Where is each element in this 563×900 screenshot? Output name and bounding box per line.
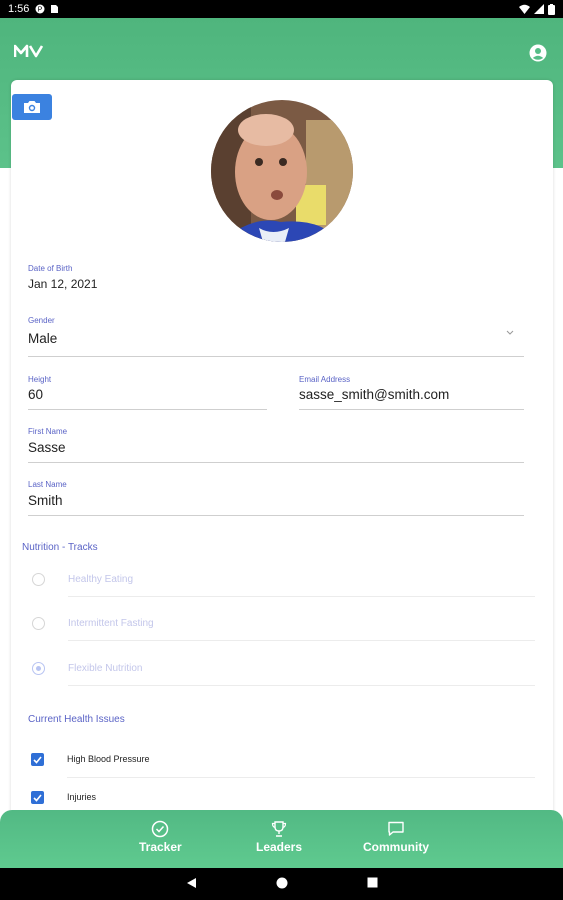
nav-leaders-label: Leaders xyxy=(256,840,303,854)
mv-logo xyxy=(14,44,44,58)
divider xyxy=(68,596,535,597)
email-label: Email Address xyxy=(299,375,351,384)
gender-select[interactable]: Male xyxy=(28,331,57,346)
nutrition-option-label[interactable]: Flexible Nutrition xyxy=(68,663,142,674)
nav-community-label: Community xyxy=(363,840,429,854)
health-section-title: Current Health Issues xyxy=(28,714,125,725)
nutrition-option-label[interactable]: Intermittent Fasting xyxy=(68,618,154,629)
first-name-label: First Name xyxy=(28,427,68,436)
camera-button[interactable] xyxy=(12,94,52,120)
gender-underline xyxy=(28,356,524,357)
profile-card: Date of Birth Jan 12, 2021 Gender Male H… xyxy=(11,80,553,840)
dob-value[interactable]: Jan 12, 2021 xyxy=(28,277,97,291)
checkmark-icon xyxy=(33,755,42,764)
health-issue-label[interactable]: High Blood Pressure xyxy=(67,754,150,764)
height-input[interactable]: 60 xyxy=(28,387,43,402)
height-label: Height xyxy=(28,375,52,384)
nutrition-option-label[interactable]: Healthy Eating xyxy=(68,574,133,585)
battery-icon xyxy=(548,3,555,15)
email-input[interactable]: sasse_smith@smith.com xyxy=(299,387,449,402)
profile-photo xyxy=(211,100,353,242)
radio-intermittent-fasting[interactable] xyxy=(32,617,45,630)
profile-avatar[interactable] xyxy=(211,100,353,242)
sd-card-icon xyxy=(51,5,59,13)
camera-icon xyxy=(24,101,40,113)
app-notification-icon: P xyxy=(35,4,45,14)
nav-leaders[interactable]: Leaders xyxy=(256,820,302,854)
signal-icon xyxy=(534,4,544,14)
svg-text:P: P xyxy=(38,7,43,14)
status-time: 1:56 xyxy=(8,3,30,15)
chevron-down-icon[interactable] xyxy=(506,330,514,336)
health-issue-label[interactable]: Injuries xyxy=(67,792,96,802)
last-name-label: Last Name xyxy=(28,480,67,489)
gender-label: Gender xyxy=(28,316,55,325)
last-name-underline xyxy=(28,515,524,516)
nav-community[interactable]: Community xyxy=(363,820,429,854)
bottom-nav: Tracker Leaders Community xyxy=(0,810,563,868)
chat-bubble-icon xyxy=(388,821,404,836)
system-nav-bar xyxy=(0,868,563,900)
last-name-input[interactable]: Smith xyxy=(28,493,63,508)
status-bar: 1:56 P xyxy=(0,0,563,18)
radio-healthy-eating[interactable] xyxy=(32,573,45,586)
recents-icon[interactable] xyxy=(367,877,378,888)
nav-tracker[interactable]: Tracker xyxy=(139,820,182,854)
checkbox-high-blood-pressure[interactable] xyxy=(31,753,44,766)
check-circle-icon xyxy=(152,820,169,838)
trophy-icon xyxy=(271,821,287,837)
checkmark-icon xyxy=(33,793,42,802)
checkbox-injuries[interactable] xyxy=(31,791,44,804)
nutrition-section-title: Nutrition - Tracks xyxy=(22,542,98,553)
email-underline xyxy=(299,409,524,410)
account-icon[interactable] xyxy=(529,44,547,62)
wifi-icon xyxy=(519,4,530,14)
home-icon[interactable] xyxy=(276,877,288,889)
first-name-underline xyxy=(28,462,524,463)
dob-label: Date of Birth xyxy=(28,264,73,273)
divider xyxy=(67,777,535,778)
nav-tracker-label: Tracker xyxy=(139,840,182,854)
first-name-input[interactable]: Sasse xyxy=(28,440,66,455)
radio-flexible-nutrition[interactable] xyxy=(32,662,45,675)
back-icon[interactable] xyxy=(186,877,197,889)
height-underline xyxy=(28,409,267,410)
divider xyxy=(68,640,535,641)
divider xyxy=(68,685,535,686)
